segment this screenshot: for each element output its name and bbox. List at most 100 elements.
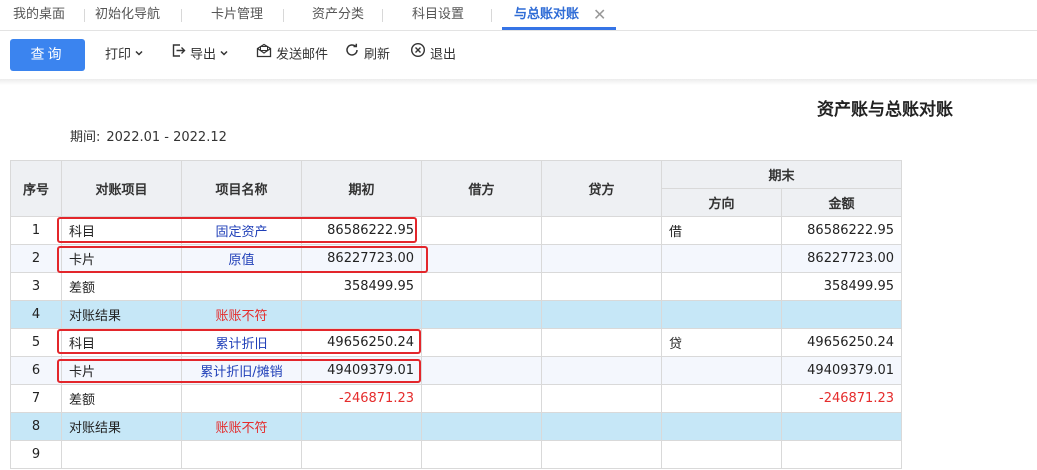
header-opening: 期初: [301, 160, 422, 217]
highlight-box: [57, 329, 421, 354]
cell-debit: [421, 216, 542, 245]
reconciliation-table: 序号 对账项目 项目名称 期初 借方 贷方 期末 方向 金额 1 科目 固定资产…: [10, 160, 902, 469]
cell-amount: [781, 412, 902, 441]
cell-seq: 1: [10, 216, 62, 245]
tab-card-management[interactable]: 卡片管理: [211, 0, 263, 30]
highlight-box: [57, 217, 417, 243]
cell-debit: [421, 412, 542, 441]
cell-result-status: 账账不符: [181, 300, 302, 329]
header-direction: 方向: [661, 188, 782, 217]
cell-seq: 2: [10, 244, 62, 273]
export-label: 导出: [190, 47, 217, 63]
send-email-button[interactable]: 发送邮件: [256, 39, 328, 71]
table-row[interactable]: 3 差额 358499.95 358499.95: [10, 272, 902, 301]
cell-seq: 4: [10, 300, 62, 329]
header-item: 对账项目: [61, 160, 182, 217]
exit-button[interactable]: 退出: [410, 39, 456, 71]
cell-debit: [421, 440, 542, 469]
cell-credit: [541, 272, 662, 301]
cell-opening: [301, 440, 422, 469]
header-debit: 借方: [421, 160, 542, 217]
tab-init-guide[interactable]: 初始化导航: [95, 0, 160, 30]
cell-amount-negative: -246871.23: [781, 384, 902, 413]
cell-direction: [661, 412, 782, 441]
cell-credit: [541, 384, 662, 413]
print-button[interactable]: 打印: [105, 39, 144, 71]
cell-direction: [661, 384, 782, 413]
cell-seq: 6: [10, 356, 62, 385]
highlight-box: [57, 359, 421, 383]
cell-opening-negative: -246871.23: [301, 384, 422, 413]
header-seq: 序号: [10, 160, 62, 217]
cell-credit: [541, 412, 662, 441]
cell-amount: [781, 440, 902, 469]
cell-debit: [421, 384, 542, 413]
cell-debit: [421, 272, 542, 301]
cell-direction: [661, 244, 782, 273]
cell-amount: 358499.95: [781, 272, 902, 301]
cell-direction: [661, 300, 782, 329]
cell-credit: [541, 356, 662, 385]
cell-opening: 358499.95: [301, 272, 422, 301]
table-row[interactable]: 9: [10, 440, 902, 469]
cell-seq: 5: [10, 328, 62, 357]
toolbar-shadow: [0, 79, 1037, 85]
period-info: 期间: 2022.01 - 2022.12: [70, 126, 233, 145]
tab-separator: [382, 9, 383, 22]
cell-seq: 8: [10, 412, 62, 441]
query-button[interactable]: 查询: [10, 39, 85, 71]
chevron-down-icon: [134, 39, 144, 71]
highlight-box: [57, 246, 428, 273]
cell-amount: 86227723.00: [781, 244, 902, 273]
cell-direction: 借: [661, 216, 782, 245]
header-name: 项目名称: [181, 160, 302, 217]
period-label: 期间:: [70, 130, 101, 145]
export-icon: [171, 39, 186, 71]
cell-item: 对账结果: [61, 412, 182, 441]
cell-direction: [661, 440, 782, 469]
exit-icon: [410, 39, 426, 71]
cell-debit: [421, 300, 542, 329]
cell-direction: [661, 272, 782, 301]
cell-direction: 贷: [661, 328, 782, 357]
header-credit: 贷方: [541, 160, 662, 217]
cell-name: [181, 440, 302, 469]
cell-item: [61, 440, 182, 469]
cell-credit: [541, 300, 662, 329]
cell-amount: 49409379.01: [781, 356, 902, 385]
refresh-label: 刷新: [364, 47, 391, 63]
cell-result-status: 账账不符: [181, 412, 302, 441]
cell-credit: [541, 328, 662, 357]
chevron-down-icon: [219, 39, 229, 71]
tab-account-settings[interactable]: 科目设置: [412, 0, 464, 30]
active-tab-indicator: [502, 27, 616, 30]
cell-opening: [301, 412, 422, 441]
tab-gl-reconciliation[interactable]: 与总账对账: [514, 0, 579, 30]
refresh-button[interactable]: 刷新: [344, 39, 390, 71]
period-value: 2022.01 - 2022.12: [106, 130, 227, 145]
tab-asset-category[interactable]: 资产分类: [312, 0, 364, 30]
cell-credit: [541, 216, 662, 245]
tab-bar: 我的桌面 初始化导航 卡片管理 资产分类 科目设置 与总账对账 ✕: [0, 0, 1037, 31]
table-row[interactable]: 7 差额 -246871.23 -246871.23: [10, 384, 902, 413]
cell-amount: 49656250.24: [781, 328, 902, 357]
export-button[interactable]: 导出: [171, 39, 229, 71]
tab-separator: [84, 9, 85, 22]
table-row-result[interactable]: 8 对账结果 账账不符: [10, 412, 902, 441]
tab-my-desktop[interactable]: 我的桌面: [13, 0, 65, 30]
cell-opening: [301, 300, 422, 329]
cell-seq: 7: [10, 384, 62, 413]
cell-name: [181, 272, 302, 301]
cell-seq: 9: [10, 440, 62, 469]
report-title: 资产账与总账对账: [817, 100, 953, 120]
cell-amount: 86586222.95: [781, 216, 902, 245]
refresh-icon: [344, 39, 360, 71]
close-icon[interactable]: ✕: [593, 0, 606, 30]
cell-credit: [541, 244, 662, 273]
exit-label: 退出: [430, 47, 457, 63]
cell-debit: [421, 328, 542, 357]
table-row-result[interactable]: 4 对账结果 账账不符: [10, 300, 902, 329]
tab-separator: [283, 9, 284, 22]
cell-name: [181, 384, 302, 413]
header-ending: 期末: [661, 160, 902, 189]
